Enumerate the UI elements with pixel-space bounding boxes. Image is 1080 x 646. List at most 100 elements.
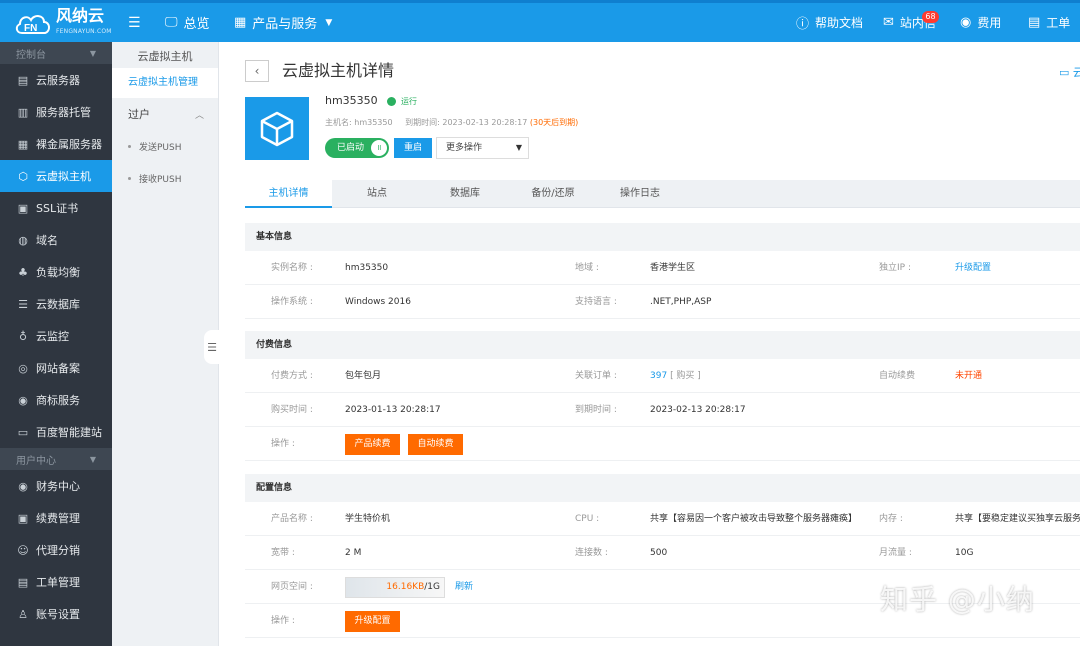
sidebar-item-bare-metal[interactable]: ▦ 裸金属服务器 <box>0 128 112 160</box>
subnav-item-receive-push[interactable]: 接收PUSH <box>112 162 218 194</box>
sidebar-item-label: 财务中心 <box>36 480 80 493</box>
help-icon: ⓘ <box>796 17 810 32</box>
instance-value: hm35350 <box>345 263 389 273</box>
server-list-icon: ▤ <box>17 73 29 87</box>
config-operation-label: 操作 : <box>271 616 295 626</box>
monitor-icon: 🖵 <box>165 15 178 30</box>
mail-icon: ✉ <box>883 15 894 30</box>
tab-database[interactable]: 数据库 <box>422 180 508 208</box>
sidebar-item-label: 续费管理 <box>36 512 80 525</box>
traffic-value: 10G <box>955 548 974 558</box>
database-icon: ☰ <box>18 297 28 311</box>
basic-info-header: 基本信息 <box>245 223 1080 251</box>
back-button[interactable]: ‹ <box>245 60 269 82</box>
connections-value: 500 <box>650 548 668 558</box>
sidebar-section-console[interactable]: 控制台 ▼ <box>0 42 112 64</box>
top-bar: FN 风纳云 FENGNAYUN.COM ☰ 🖵 总览 ▦ 产品与服务 ▼ ⓘ … <box>0 0 1080 42</box>
chevron-up-icon: ︿ <box>194 110 204 121</box>
order-link[interactable]: 397 <box>650 371 667 381</box>
auto-renew-button[interactable]: 自动续费 <box>408 434 463 455</box>
coin-icon: ◉ <box>960 15 972 30</box>
sidebar-item-monitor[interactable]: ♁ 云监控 <box>0 320 112 352</box>
space-usage-bar: 16.16KB/1G <box>345 577 445 598</box>
ticket-icon: ▤ <box>17 575 29 589</box>
sidebar-section-user[interactable]: 用户中心 ▼ <box>0 448 112 470</box>
tab-backup[interactable]: 备份/还原 <box>508 180 598 208</box>
menu-toggle-button[interactable]: ☰ <box>128 3 141 42</box>
nav-ticket[interactable]: ▤ 工单 <box>1028 3 1070 42</box>
more-operations-label: 更多操作 <box>446 143 483 153</box>
power-toggle[interactable]: 已启动 ॥ <box>325 138 389 158</box>
grid-icon: ▦ <box>234 15 247 30</box>
tab-host-detail[interactable]: 主机详情 <box>245 180 332 208</box>
ip-label: 独立IP : <box>879 263 911 273</box>
sidebar-item-hosting[interactable]: ▥ 服务器托管 <box>0 96 112 128</box>
restart-button[interactable]: 重启 <box>394 138 432 158</box>
sidebar-item-label: 账号设置 <box>36 608 80 621</box>
order-label: 关联订单 : <box>575 371 617 381</box>
sidebar-item-load-balancer[interactable]: ♣ 负载均衡 <box>0 256 112 288</box>
sidebar-item-account[interactable]: ♙ 账号设置 <box>0 598 112 630</box>
nav-overview[interactable]: 🖵 总览 <box>165 3 210 42</box>
sidebar-item-domain[interactable]: ◍ 域名 <box>0 224 112 256</box>
expire-time-label: 到期时间 : <box>575 405 617 415</box>
space-usage-text: 16.16KB/1G <box>386 578 440 597</box>
nav-docs[interactable]: ⓘ 帮助文档 <box>796 3 863 42</box>
collapse-handle[interactable]: ☰ <box>204 330 220 364</box>
brand-logo[interactable]: FN 风纳云 FENGNAYUN.COM <box>14 8 112 39</box>
sub-navigation: 云虚拟主机 云虚拟主机管理 过户 ︿ 发送PUSH 接收PUSH <box>112 42 219 646</box>
upgrade-config-button[interactable]: 升级配置 <box>345 611 400 632</box>
brand-subtitle: FENGNAYUN.COM <box>56 28 112 35</box>
order-purchase-link[interactable]: [ 购买 ] <box>670 371 701 381</box>
sidebar-item-label: 域名 <box>36 234 58 247</box>
refresh-link[interactable]: 刷新 <box>455 570 473 604</box>
sidebar-item-trademark[interactable]: ◉ 商标服务 <box>0 384 112 416</box>
sidebar-item-label: 裸金属服务器 <box>36 138 102 151</box>
subnav-item-send-push[interactable]: 发送PUSH <box>112 130 218 162</box>
subnav-group-label: 过户 <box>128 108 150 121</box>
table-row: 操作系统 : Windows 2016 支持语言 : .NET,PHP,ASP <box>245 285 1080 319</box>
language-label: 支持语言 : <box>575 297 617 307</box>
sidebar-item-agent[interactable]: ☺ 代理分销 <box>0 534 112 566</box>
pay-method-label: 付费方式 : <box>271 371 313 381</box>
nav-fee[interactable]: ◉ 费用 <box>960 3 1001 42</box>
certificate-icon: ▣ <box>17 201 29 215</box>
subnav-group-transfer[interactable]: 过户 ︿ <box>112 98 218 130</box>
cpu-value: 共享【容易因一个客户被攻击导致整个服务器瘫痪】 <box>650 514 858 524</box>
sidebar-item-ssl[interactable]: ▣ SSL证书 <box>0 192 112 224</box>
upgrade-ip-link[interactable]: 升级配置 <box>955 251 991 285</box>
host-meta: 主机名: hm35350 到期时间: 2023-02-13 20:28:17 (… <box>325 117 578 128</box>
sidebar-item-renew[interactable]: ▣ 续费管理 <box>0 502 112 534</box>
sidebar-item-virtual-host[interactable]: ⬡ 云虚拟主机 <box>0 160 112 192</box>
sidebar-item-finance[interactable]: ◉ 财务中心 <box>0 470 112 502</box>
sidebar-section-label: 用户中心 <box>16 455 56 467</box>
renew-icon: ▣ <box>17 511 29 525</box>
table-row: 购买时间 : 2023-01-13 20:28:17 到期时间 : 2023-0… <box>245 393 1080 427</box>
nav-products[interactable]: ▦ 产品与服务 ▼ <box>234 3 332 42</box>
sidebar-item-cloud-server[interactable]: ▤ 云服务器 <box>0 64 112 96</box>
tab-logs[interactable]: 操作日志 <box>598 180 682 208</box>
ticket-icon: ▤ <box>1028 15 1041 30</box>
host-cube-icon <box>245 97 309 160</box>
subnav-item-manage[interactable]: 云虚拟主机管理 <box>112 68 218 98</box>
status-label: 运行 <box>401 97 417 106</box>
renew-button[interactable]: 产品续费 <box>345 434 400 455</box>
product-label: 产品名称 : <box>271 514 313 524</box>
sidebar-item-ticket[interactable]: ▤ 工单管理 <box>0 566 112 598</box>
nav-docs-label: 帮助文档 <box>815 16 864 30</box>
auto-renew-status: 未开通 <box>955 371 983 381</box>
page-title: 云虚拟主机详情 <box>282 61 395 80</box>
account-icon: ♙ <box>18 607 28 621</box>
caret-down-icon: ▼ <box>325 17 333 28</box>
sidebar-item-label: 网站备案 <box>36 362 80 375</box>
corner-link[interactable]: ▭ 云 <box>1059 64 1080 80</box>
buy-time-label: 购买时间 : <box>271 405 313 415</box>
sidebar-item-database[interactable]: ☰ 云数据库 <box>0 288 112 320</box>
operation-label: 操作 : <box>271 439 295 449</box>
more-operations-select[interactable]: 更多操作 ▼ <box>436 137 529 159</box>
tab-sites[interactable]: 站点 <box>332 180 422 208</box>
sidebar-item-site-builder[interactable]: ▭ 百度智能建站 <box>0 416 112 448</box>
space-used: 16.16KB <box>386 582 425 592</box>
sidebar-item-record[interactable]: ◎ 网站备案 <box>0 352 112 384</box>
nav-ticket-label: 工单 <box>1046 16 1071 30</box>
